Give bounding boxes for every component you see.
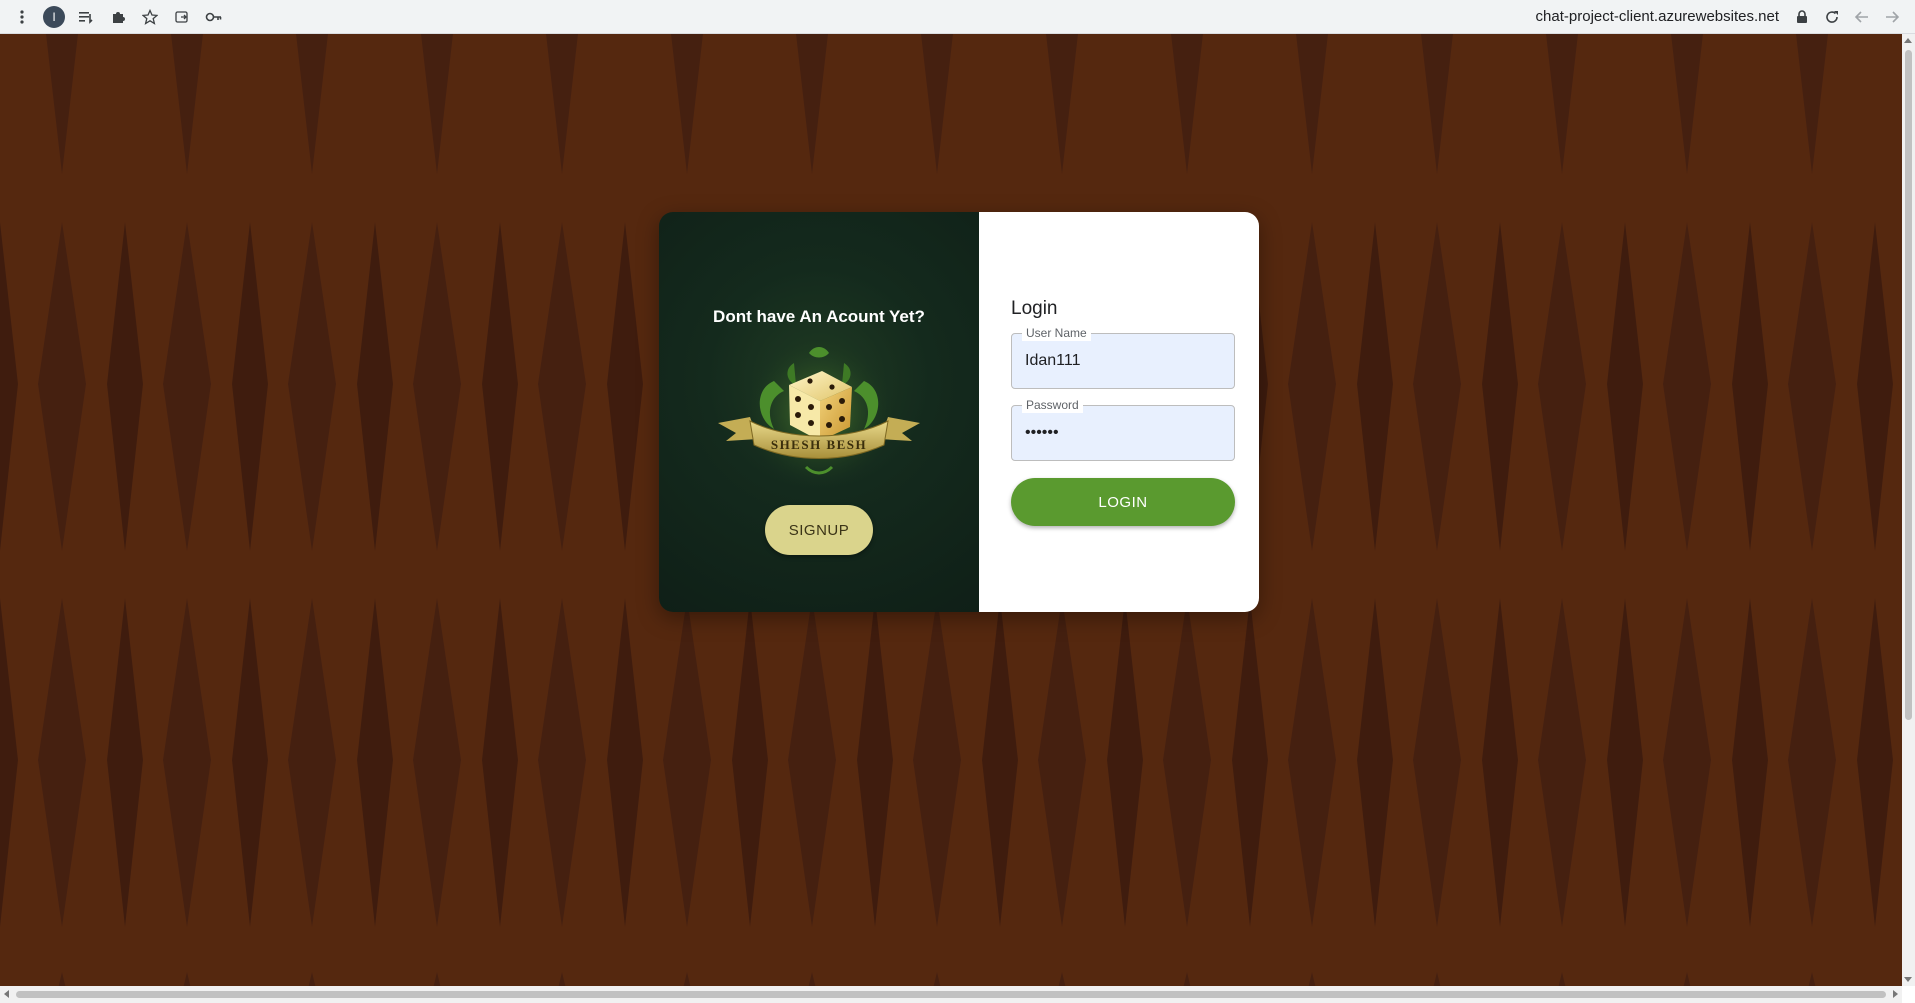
horizontal-scrollbar[interactable] xyxy=(0,986,1902,1003)
auth-card: Dont have An Acount Yet? SHESH BESH SIGN… xyxy=(659,212,1259,612)
profile-button[interactable]: I xyxy=(40,3,68,31)
reading-list-icon[interactable] xyxy=(72,3,100,31)
shesh-besh-logo: SHESH BESH xyxy=(718,341,920,487)
key-icon[interactable] xyxy=(200,3,228,31)
lock-icon[interactable] xyxy=(1787,3,1817,31)
scroll-right-arrow[interactable] xyxy=(1893,990,1898,998)
share-icon[interactable] xyxy=(168,3,196,31)
password-field[interactable]: Password •••••• xyxy=(1011,397,1235,461)
scroll-down-arrow[interactable] xyxy=(1904,977,1912,982)
scroll-up-arrow[interactable] xyxy=(1904,38,1912,43)
toolbar-right-group: chat-project-client.azurewebsites.net xyxy=(1536,0,1915,33)
kebab-menu-icon[interactable] xyxy=(8,3,36,31)
vertical-scrollbar[interactable] xyxy=(1902,34,1915,986)
scroll-left-arrow[interactable] xyxy=(4,990,9,998)
username-label: User Name xyxy=(1022,325,1091,341)
vertical-scrollbar-thumb[interactable] xyxy=(1905,50,1912,720)
reload-icon[interactable] xyxy=(1817,3,1847,31)
username-field[interactable]: User Name Idan111 xyxy=(1011,325,1235,389)
login-title: Login xyxy=(1011,298,1058,319)
logo-text: SHESH BESH xyxy=(771,437,867,452)
avatar: I xyxy=(43,5,65,28)
toolbar-left-group: I xyxy=(0,0,232,33)
login-button[interactable]: LOGIN xyxy=(1011,478,1235,526)
signup-button[interactable]: SIGNUP xyxy=(765,505,873,555)
arrow-right-icon[interactable] xyxy=(1877,3,1907,31)
browser-toolbar: I chat-project-client.azurewebsites.net xyxy=(0,0,1915,34)
password-label: Password xyxy=(1022,397,1083,413)
horizontal-scrollbar-thumb[interactable] xyxy=(16,991,1886,998)
puzzle-icon[interactable] xyxy=(104,3,132,31)
address-bar-url[interactable]: chat-project-client.azurewebsites.net xyxy=(1536,8,1779,25)
username-value[interactable]: Idan111 xyxy=(1025,352,1080,370)
star-icon[interactable] xyxy=(136,3,164,31)
login-form-panel: Login User Name Idan111 Password •••••• … xyxy=(979,212,1259,612)
signup-promo-panel: Dont have An Acount Yet? SHESH BESH SIGN… xyxy=(659,212,979,612)
promo-title: Dont have An Acount Yet? xyxy=(713,307,925,326)
arrow-left-icon[interactable] xyxy=(1847,3,1877,31)
password-value[interactable]: •••••• xyxy=(1025,424,1059,442)
